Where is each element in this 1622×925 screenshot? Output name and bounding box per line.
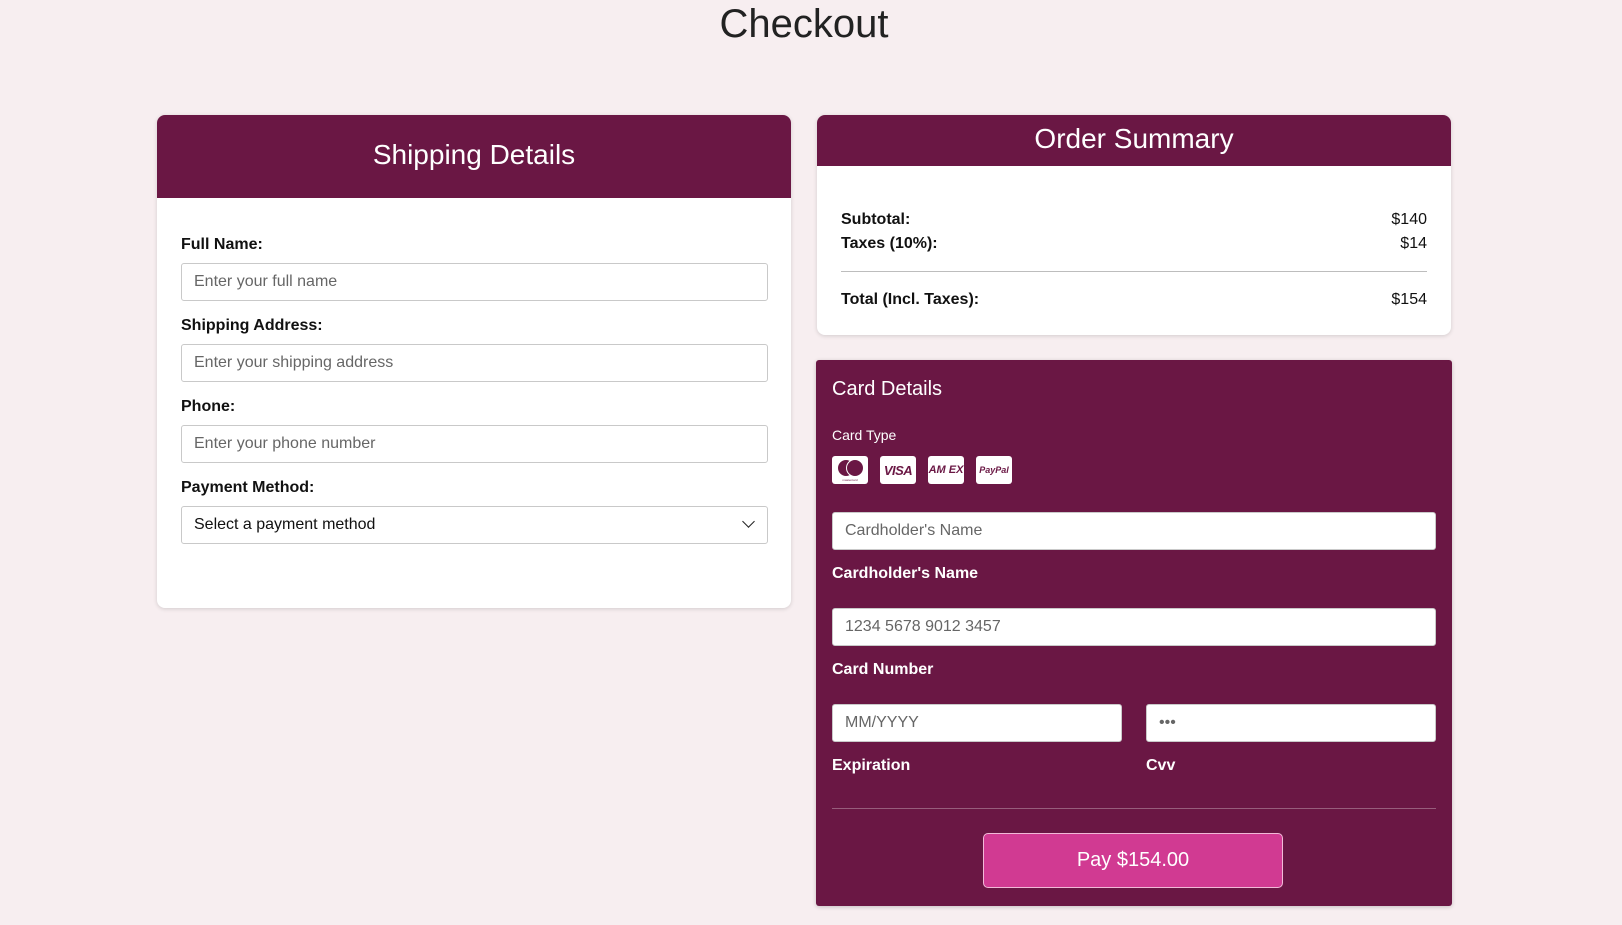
subtotal-label: Subtotal: <box>841 211 911 228</box>
shipping-details-header: Shipping Details <box>157 115 791 198</box>
card-divider <box>832 808 1436 809</box>
order-summary-card: Order Summary Subtotal: $140 Taxes (10%)… <box>817 115 1451 335</box>
mastercard-circles <box>835 458 865 477</box>
full-name-input[interactable] <box>181 263 768 301</box>
card-type-icons: mastercard VISA AM EX PayPal <box>832 456 1012 484</box>
cardholder-name-input[interactable] <box>832 512 1436 550</box>
order-summary-header: Order Summary <box>817 115 1451 166</box>
pay-button[interactable]: Pay $154.00 <box>983 833 1283 888</box>
taxes-value: $14 <box>1400 235 1427 252</box>
amex-icon[interactable]: AM EX <box>928 456 964 484</box>
expiration-label: Expiration <box>832 757 911 774</box>
paypal-icon[interactable]: PayPal <box>976 456 1012 484</box>
card-number-input[interactable] <box>832 608 1436 646</box>
expiration-input[interactable] <box>832 704 1122 742</box>
payment-method-label: Payment Method: <box>181 479 315 496</box>
taxes-row: Taxes (10%): $14 <box>841 232 1427 256</box>
shipping-details-card: Shipping Details Full Name: Shipping Add… <box>157 115 791 608</box>
shipping-address-input[interactable] <box>181 344 768 382</box>
total-row: Total (Incl. Taxes): $154 <box>841 288 1427 312</box>
card-type-label: Card Type <box>832 427 897 443</box>
phone-label: Phone: <box>181 398 236 415</box>
full-name-label: Full Name: <box>181 236 263 253</box>
cardholder-name-label: Cardholder's Name <box>832 565 979 582</box>
visa-text: VISA <box>883 462 913 478</box>
shipping-address-label: Shipping Address: <box>181 317 323 334</box>
card-number-label: Card Number <box>832 661 934 678</box>
total-value: $154 <box>1391 291 1427 308</box>
cvv-input[interactable] <box>1146 704 1436 742</box>
visa-icon[interactable]: VISA <box>880 456 916 484</box>
card-details-panel: Card Details Card Type mastercard VISA A… <box>816 360 1452 906</box>
paypal-text: PayPal <box>979 465 1009 475</box>
order-summary-body: Subtotal: $140 Taxes (10%): $14 Total (I… <box>817 166 1451 312</box>
shipping-form: Full Name: Shipping Address: Phone: Paym… <box>157 198 791 544</box>
phone-input[interactable] <box>181 425 768 463</box>
cvv-label: Cvv <box>1146 757 1176 774</box>
mastercard-text: mastercard <box>842 478 858 482</box>
page-title: Checkout <box>719 2 889 46</box>
chevron-down-icon <box>742 515 755 528</box>
payment-method-select[interactable]: Select a payment method <box>181 506 768 544</box>
card-details-title: Card Details <box>832 378 943 400</box>
mastercard-icon[interactable]: mastercard <box>832 456 868 484</box>
summary-divider <box>841 271 1427 272</box>
subtotal-value: $140 <box>1391 211 1427 228</box>
total-label: Total (Incl. Taxes): <box>841 291 980 308</box>
payment-method-selected-value: Select a payment method <box>194 516 376 533</box>
amex-text: AM EX <box>928 464 964 476</box>
subtotal-row: Subtotal: $140 <box>841 208 1427 232</box>
taxes-label: Taxes (10%): <box>841 235 938 252</box>
